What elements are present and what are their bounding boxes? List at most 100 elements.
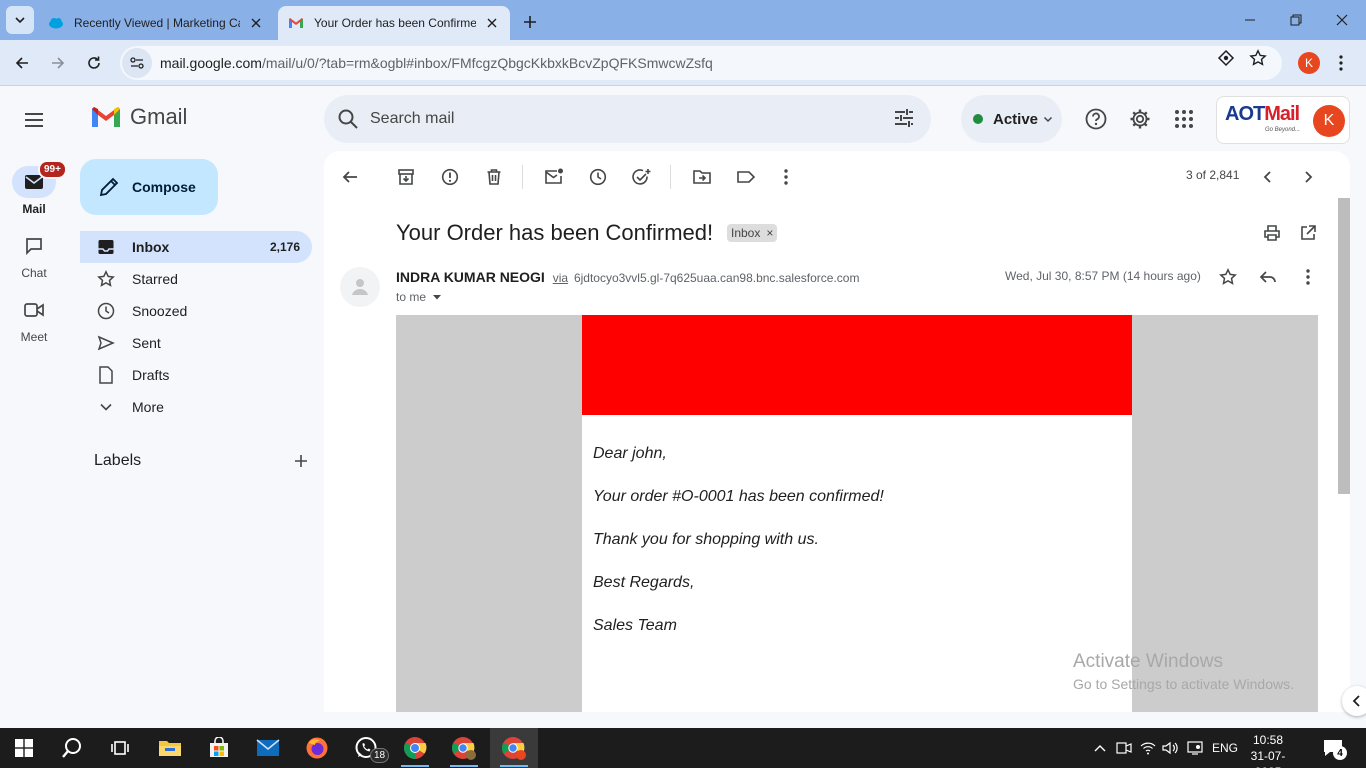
bookmark-star-icon[interactable]	[1248, 48, 1268, 68]
account-switcher[interactable]: AOTMail Go Beyond... K	[1216, 96, 1350, 144]
chrome-profile-icon	[452, 737, 476, 760]
close-tab-icon[interactable]	[248, 15, 264, 31]
task-view-button[interactable]	[96, 728, 144, 768]
apps-grid-icon[interactable]	[1172, 107, 1196, 131]
move-to-folder-icon[interactable]	[690, 165, 714, 189]
chrome-k-icon	[502, 737, 526, 760]
reply-icon[interactable]	[1256, 265, 1280, 289]
back-button[interactable]	[8, 49, 36, 77]
email-greeting: Dear john,	[593, 445, 667, 462]
browser-profile-avatar[interactable]: K	[1298, 52, 1320, 74]
chrome-profile-app[interactable]	[440, 728, 488, 768]
url-host: mail.google.com	[160, 55, 262, 71]
status-dropdown[interactable]: Active	[961, 95, 1062, 143]
star-message-icon[interactable]	[1216, 265, 1240, 289]
show-hidden-icons-chevron-up-icon[interactable]	[1090, 738, 1110, 758]
side-panel-toggle[interactable]	[1342, 686, 1366, 716]
gmail-favicon-icon	[289, 18, 303, 28]
rail-item-meet[interactable]: Meet	[0, 294, 68, 344]
close-window-button[interactable]	[1330, 8, 1354, 32]
nav-item-drafts[interactable]: Drafts	[80, 359, 312, 391]
camera-tray-icon[interactable]	[1114, 738, 1134, 758]
whatsapp-app[interactable]: 18	[342, 728, 390, 768]
nav-label: More	[132, 399, 164, 415]
open-in-new-window-icon[interactable]	[1296, 221, 1320, 245]
nav-item-more[interactable]: More	[80, 391, 312, 423]
minimize-window-button[interactable]	[1238, 8, 1262, 32]
nav-item-snoozed[interactable]: Snoozed	[80, 295, 312, 327]
lens-icon[interactable]	[1216, 48, 1236, 68]
search-icon	[62, 738, 81, 758]
firefox-app[interactable]	[293, 728, 341, 768]
start-button[interactable]	[0, 728, 48, 768]
nav-item-starred[interactable]: Starred	[80, 263, 312, 295]
tab-search-button[interactable]	[6, 6, 34, 34]
browser-tab-salesforce[interactable]: Recently Viewed | Marketing Cam	[38, 6, 274, 40]
browser-menu-icon[interactable]	[1336, 52, 1346, 74]
message-pager: 3 of 2,841	[1186, 168, 1240, 182]
forward-button[interactable]	[44, 49, 72, 77]
add-task-icon[interactable]	[630, 165, 654, 189]
search-icon[interactable]	[336, 107, 360, 131]
system-clock[interactable]: 10:58 31-07-2025	[1240, 732, 1296, 768]
restore-window-button[interactable]	[1284, 8, 1308, 32]
search-options-icon[interactable]	[893, 107, 915, 129]
search-input[interactable]	[370, 110, 870, 128]
display-settings-icon[interactable]	[1185, 738, 1205, 758]
newer-message-icon[interactable]	[1256, 165, 1280, 189]
task-view-icon	[111, 741, 129, 755]
snooze-clock-icon[interactable]	[586, 165, 610, 189]
page-scrollbar[interactable]	[1338, 198, 1350, 494]
compose-button[interactable]: Compose	[80, 159, 218, 215]
wifi-icon[interactable]	[1138, 738, 1158, 758]
sender-avatar[interactable]	[340, 267, 380, 307]
print-icon[interactable]	[1260, 221, 1284, 245]
via-link[interactable]: via	[553, 271, 568, 285]
close-tab-icon[interactable]	[484, 15, 500, 31]
message-more-icon[interactable]	[1296, 265, 1320, 289]
delete-trash-icon[interactable]	[482, 165, 506, 189]
main-menu-icon[interactable]	[22, 108, 46, 132]
nav-label: Sent	[132, 335, 161, 351]
watermark-subtitle: Go to Settings to activate Windows.	[1073, 676, 1294, 692]
chevron-down-icon	[96, 397, 116, 417]
minimize-icon	[1245, 19, 1255, 21]
reload-button[interactable]	[80, 49, 108, 77]
sender-name[interactable]: INDRA KUMAR NEOGI	[396, 269, 545, 285]
mark-unread-icon[interactable]	[542, 165, 566, 189]
notification-center-button[interactable]: 4	[1322, 738, 1347, 760]
chat-icon	[26, 238, 42, 256]
report-spam-icon[interactable]	[438, 165, 462, 189]
more-actions-icon[interactable]	[774, 165, 798, 189]
browser-tab-gmail[interactable]: Your Order has been Confirmed!	[278, 6, 510, 40]
older-message-icon[interactable]	[1296, 165, 1320, 189]
inbox-label-chip[interactable]: Inbox ×	[727, 224, 778, 242]
address-bar[interactable]: mail.google.com/mail/u/0/?tab=rm&ogbl#in…	[120, 46, 1282, 80]
rail-label: Chat	[21, 266, 47, 280]
rail-item-chat[interactable]: Chat	[0, 230, 68, 280]
new-tab-button[interactable]	[518, 10, 542, 34]
chrome-k-profile-app[interactable]	[490, 728, 538, 768]
recipient-details-toggle[interactable]: to me	[396, 290, 444, 304]
email-paragraph: Your order #O-0001 has been confirmed!	[593, 488, 884, 505]
volume-icon[interactable]	[1160, 738, 1180, 758]
microsoft-store-app[interactable]	[195, 728, 243, 768]
back-to-inbox-icon[interactable]	[338, 165, 362, 189]
site-info-icon[interactable]	[122, 48, 152, 78]
label-tag-icon[interactable]	[734, 165, 758, 189]
nav-item-inbox[interactable]: Inbox 2,176	[80, 231, 312, 263]
chrome-app[interactable]	[391, 728, 439, 768]
mail-app[interactable]	[244, 728, 292, 768]
file-explorer-app[interactable]	[146, 728, 194, 768]
gmail-logo[interactable]: Gmail	[90, 104, 187, 130]
account-avatar: K	[1313, 105, 1345, 137]
archive-icon[interactable]	[394, 165, 418, 189]
taskbar-search[interactable]	[48, 728, 96, 768]
help-icon[interactable]	[1084, 107, 1108, 131]
rail-item-mail[interactable]: 99+ Mail	[0, 160, 68, 216]
add-label-icon[interactable]	[294, 454, 308, 468]
input-language[interactable]: ENG	[1212, 741, 1238, 755]
remove-label-icon[interactable]: ×	[766, 226, 773, 240]
nav-item-sent[interactable]: Sent	[80, 327, 312, 359]
settings-gear-icon[interactable]	[1128, 107, 1152, 131]
